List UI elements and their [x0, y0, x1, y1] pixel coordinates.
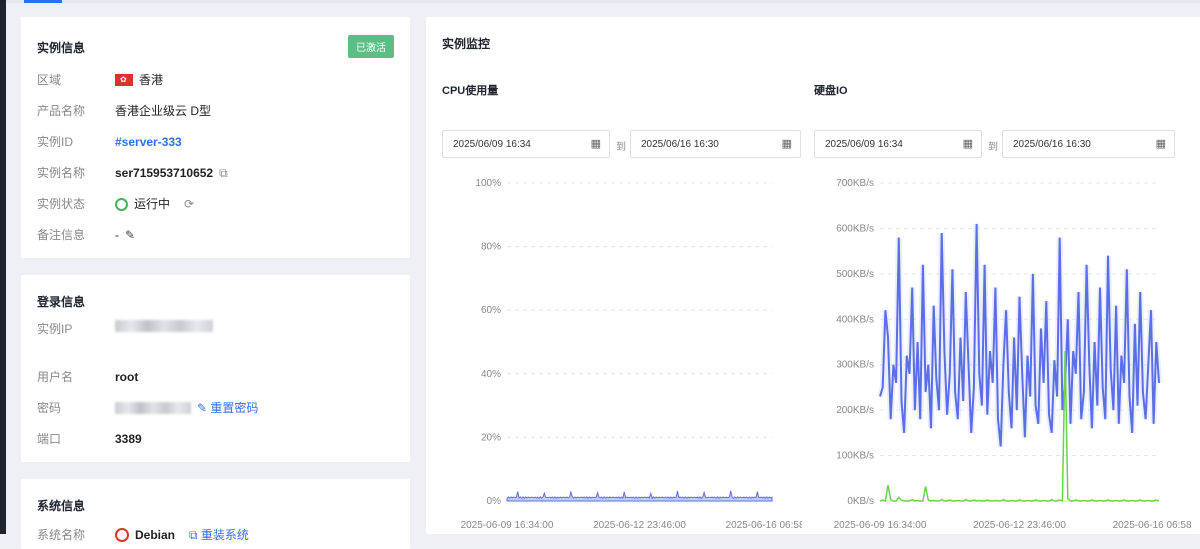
instance-status-row: 实例状态 运行中 ⟳ — [37, 195, 398, 213]
y-tick-label: 400KB/s — [836, 314, 874, 325]
instance-status-value: 运行中 — [134, 197, 171, 211]
monitor-card: 实例监控 CPU使用量 2025/06/09 16:34 ▦ 到 2025/06/… — [426, 17, 1200, 534]
region-label: 区域 — [37, 73, 62, 87]
username-label: 用户名 — [37, 370, 74, 384]
login-info-card: 登录信息 实例IP 用户名 root 密码 ✎ 重置密码 端口 3389 — [21, 275, 410, 462]
instance-name-row: 实例名称 ser715953710652 ⧉ — [37, 164, 398, 182]
cpu-date-to[interactable]: 2025/06/16 16:30 ▦ — [630, 130, 801, 158]
password-label: 密码 — [37, 401, 62, 415]
port-row: 端口 3389 — [37, 430, 398, 448]
x-tick-label: 2025-06-16 06:58:00 — [726, 520, 802, 531]
y-tick-label: 500KB/s — [836, 269, 874, 280]
remark-label: 备注信息 — [37, 228, 86, 242]
y-tick-label: 0KB/s — [847, 496, 874, 507]
active-tab-indicator[interactable] — [24, 0, 62, 3]
cpu-date-from-text: 2025/06/09 16:34 — [453, 139, 531, 150]
copy-icon[interactable]: ⧉ — [219, 164, 228, 182]
x-tick-label: 2025-06-09 16:34:00 — [461, 520, 554, 531]
disk-date-separator: 到 — [988, 142, 998, 153]
cpu-date-to-text: 2025/06/16 16:30 — [641, 139, 719, 150]
instance-id-label: 实例ID — [37, 135, 74, 149]
cpu-date-from[interactable]: 2025/06/09 16:34 ▦ — [442, 130, 610, 158]
debian-icon — [115, 528, 129, 542]
disk-date-from[interactable]: 2025/06/09 16:34 ▦ — [814, 130, 982, 158]
left-sidebar-edge — [0, 0, 6, 534]
calendar-icon: ▦ — [962, 138, 973, 150]
instance-name-label: 实例名称 — [37, 166, 86, 180]
reinstall-system-label: 重装系统 — [200, 528, 249, 542]
disk-date-from-text: 2025/06/09 16:34 — [825, 139, 903, 150]
instance-name-value: ser715953710652 — [115, 166, 214, 180]
cpu-usage-chart: 0% 20% 40% 60% 80% 100% 2025-06-09 16:34:00 202… — [461, 178, 802, 531]
status-badge: 已激活 — [348, 35, 394, 58]
product-value: 香港企业级云 D型 — [115, 104, 212, 118]
cpu-series-area — [506, 490, 773, 502]
port-label: 端口 — [37, 432, 62, 446]
y-tick-label: 100KB/s — [836, 451, 874, 462]
system-name-label: 系统名称 — [37, 528, 86, 542]
instance-status-label: 实例状态 — [37, 197, 86, 211]
disk-chart-title: 硬盘IO — [814, 85, 848, 97]
reinstall-system-link[interactable]: ⧉ 重装系统 — [189, 526, 249, 544]
instance-id-row: 实例ID #server-333 — [37, 133, 398, 151]
system-info-title: 系统信息 — [37, 499, 86, 513]
username-row: 用户名 root — [37, 368, 398, 386]
y-tick-label: 20% — [481, 432, 501, 443]
tab-underline-bar — [6, 0, 1200, 3]
y-tick-label: 80% — [481, 242, 501, 253]
y-tick-label: 600KB/s — [836, 223, 874, 234]
y-tick-label: 700KB/s — [836, 178, 874, 189]
y-tick-label: 100% — [475, 178, 501, 189]
ip-value-masked — [115, 320, 213, 332]
product-row: 产品名称 香港企业级云 D型 — [37, 102, 398, 120]
reset-password-label: 重置密码 — [210, 401, 259, 415]
calendar-icon: ▦ — [781, 138, 792, 150]
edit-icon[interactable]: ✎ — [125, 226, 135, 244]
instance-info-title: 实例信息 — [37, 41, 86, 55]
cpu-chart-title: CPU使用量 — [442, 85, 499, 97]
disk-io-chart: 0KB/s 100KB/s 200KB/s 300KB/s 400KB/s 500KB/s… — [834, 178, 1192, 531]
ip-row: 实例IP — [37, 320, 398, 338]
y-tick-label: 40% — [481, 369, 501, 380]
x-tick-label: 2025-06-16 06:58:00 — [1113, 520, 1192, 531]
disk-date-to[interactable]: 2025/06/16 16:30 ▦ — [1002, 130, 1175, 158]
reset-password-link[interactable]: ✎ 重置密码 — [197, 399, 258, 417]
running-status-icon — [115, 197, 128, 211]
system-info-card: 系统信息 系统名称 Debian ⧉ 重装系统 — [21, 479, 410, 549]
system-name-value: Debian — [135, 528, 176, 542]
y-tick-label: 0% — [487, 496, 502, 507]
region-value: 香港 — [139, 73, 164, 87]
refresh-icon[interactable]: ⟳ — [184, 195, 194, 213]
port-value: 3389 — [115, 432, 142, 446]
calendar-icon: ▦ — [1155, 138, 1166, 150]
instance-info-card: 实例信息 已激活 区域 香港 产品名称 香港企业级云 D型 实例ID #serv… — [21, 17, 410, 258]
cpu-date-separator: 到 — [616, 142, 626, 153]
x-tick-label: 2025-06-09 16:34:00 — [834, 520, 927, 531]
calendar-icon: ▦ — [590, 138, 601, 150]
product-label: 产品名称 — [37, 104, 86, 118]
password-row: 密码 ✎ 重置密码 — [37, 399, 398, 417]
y-tick-label: 60% — [481, 305, 501, 316]
username-value: root — [115, 370, 139, 384]
ip-label: 实例IP — [37, 322, 73, 336]
disk-date-to-text: 2025/06/16 16:30 — [1013, 139, 1091, 150]
instance-id-link[interactable]: #server-333 — [115, 133, 182, 151]
x-tick-label: 2025-06-12 23:46:00 — [593, 520, 686, 531]
hong-kong-flag-icon — [115, 74, 133, 86]
system-name-row: 系统名称 Debian ⧉ 重装系统 — [37, 526, 398, 544]
remark-row: 备注信息 - ✎ — [37, 226, 398, 244]
y-tick-label: 200KB/s — [836, 405, 874, 416]
region-row: 区域 香港 — [37, 71, 398, 89]
monitor-title: 实例监控 — [442, 37, 491, 51]
password-value-masked — [115, 402, 191, 414]
y-tick-label: 300KB/s — [836, 360, 874, 371]
x-tick-label: 2025-06-12 23:46:00 — [973, 520, 1066, 531]
remark-value: - — [115, 228, 119, 242]
login-info-title: 登录信息 — [37, 295, 86, 309]
